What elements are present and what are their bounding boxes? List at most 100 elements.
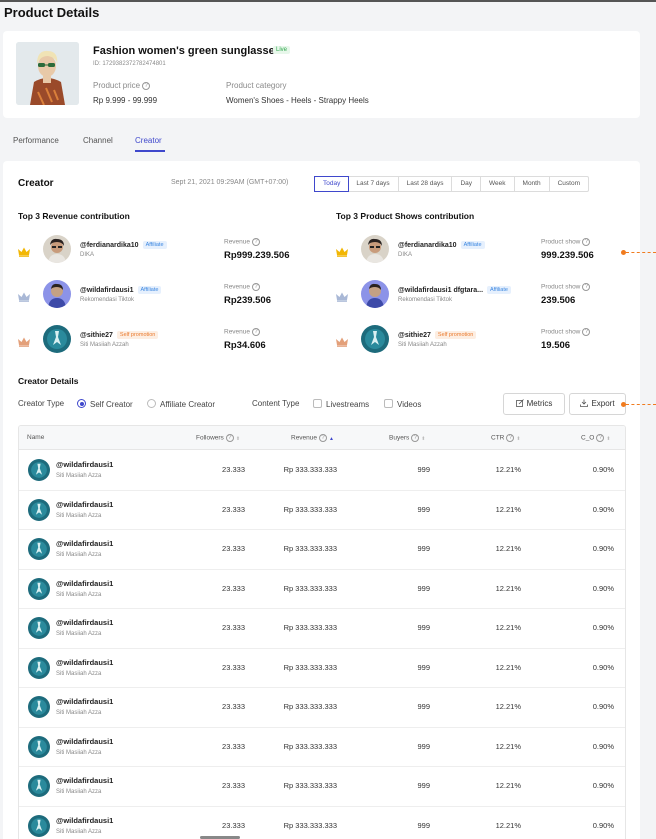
- creator-handle: @ferdianardika10 Affiliate: [398, 241, 485, 249]
- crown-gold-icon: [18, 244, 30, 257]
- category-value: Women's Shoes - Heels - Strappy Heels: [226, 96, 369, 105]
- revenue-cell: Rp 333.333.333: [283, 662, 337, 672]
- tab-creator[interactable]: Creator: [135, 136, 162, 145]
- column-buyers[interactable]: Buyers? ⬍: [389, 434, 425, 442]
- metric-label: Revenue?: [224, 238, 261, 246]
- creator-name: Siti Masiiah Azzah: [80, 342, 129, 348]
- avatar: [28, 735, 50, 758]
- table-row[interactable]: @wildafirdausi1 Siti Masiiah Azza 23.333 Rp…: [19, 570, 625, 609]
- creator-name: DIKA: [80, 252, 95, 258]
- revenue-cell: Rp 333.333.333: [283, 504, 337, 514]
- followers-cell: 23.333: [222, 544, 245, 553]
- column-co[interactable]: C_O? ⬍: [581, 434, 611, 442]
- metrics-button[interactable]: Metrics: [503, 393, 565, 415]
- revenue-cell: Rp 333.333.333: [283, 820, 337, 830]
- creator-name: Siti Masiiah Azza: [56, 670, 102, 677]
- videos-checkbox[interactable]: Videos: [384, 399, 421, 409]
- table-row[interactable]: @wildafirdausi1 Siti Masiiah Azza 23.333 Rp…: [19, 767, 625, 807]
- help-icon[interactable]: ?: [225, 434, 234, 442]
- help-icon[interactable]: ?: [582, 283, 591, 291]
- table-row[interactable]: @wildafirdausi1 Siti Masiiah Azza 23.333 Rp…: [19, 807, 625, 839]
- sort-icon[interactable]: ⬍: [606, 436, 610, 442]
- creator-name: Siti Masiiah Azza: [56, 631, 102, 637]
- range-month[interactable]: Month: [515, 177, 550, 191]
- table-row[interactable]: @wildafirdausi1 Siti Masiiah Azza 23.333 Rp…: [19, 728, 625, 767]
- creator-card: Creator Sept 21, 2021 09:29AM (GMT+07:00…: [3, 161, 640, 839]
- range-last-7-days[interactable]: Last 7 days: [348, 177, 399, 191]
- sort-icon[interactable]: ⬍: [421, 436, 425, 442]
- shows-top3-title: Top 3 Product Shows contribution: [336, 211, 475, 221]
- revenue-cell: Rp 333.333.333: [283, 623, 337, 632]
- followers-cell: 23.333: [222, 465, 245, 474]
- buyers-cell: 999: [417, 583, 430, 593]
- affiliate-creator-radio[interactable]: Affiliate Creator: [147, 399, 215, 409]
- top-creator-row[interactable]: @ferdianardika10 Affiliate DIKA Revenue? Rp9…: [18, 235, 308, 265]
- creator-name: Siti Masiiah Azza: [56, 789, 102, 795]
- table-row[interactable]: @wildafirdausi1 Siti Masiiah Azza 23.333 Rp…: [19, 688, 625, 728]
- crown-bronze-icon: [18, 334, 30, 347]
- table-row[interactable]: @wildafirdausi1 Siti Masiiah Azza 23.333 Rp…: [19, 491, 625, 530]
- ctr-cell: 12.21%: [495, 741, 521, 751]
- creator-handle: @wildafirdausi1: [56, 460, 114, 469]
- metric-value: 999.239.506: [541, 250, 594, 261]
- help-icon[interactable]: ?: [252, 328, 261, 336]
- ctr-cell: 12.21%: [495, 465, 521, 474]
- range-custom[interactable]: Custom: [550, 177, 588, 191]
- creator-type-badge: Self promotion: [116, 331, 159, 339]
- livestreams-checkbox[interactable]: Livestreams: [313, 399, 369, 409]
- table-row[interactable]: @wildafirdausi1 Siti Masiiah Azza 23.333 Rp…: [19, 649, 625, 688]
- tab-channel[interactable]: Channel: [83, 136, 113, 145]
- avatar: [28, 498, 50, 521]
- followers-cell: 23.333: [222, 623, 245, 632]
- sort-icon[interactable]: ⬍: [236, 436, 240, 442]
- column-name[interactable]: Name: [27, 434, 44, 441]
- self-creator-radio[interactable]: Self Creator: [77, 399, 133, 409]
- range-today[interactable]: Today: [314, 176, 350, 192]
- metric-value: Rp34.606: [224, 340, 266, 351]
- creator-handle: @wildafirdausi1: [56, 618, 114, 627]
- avatar: [43, 325, 71, 353]
- metric-label: Product show?: [541, 328, 591, 336]
- table-row[interactable]: @wildafirdausi1 Siti Masiiah Azza 23.333 Rp…: [19, 609, 625, 649]
- creator-handle: @wildafirdausi1: [56, 697, 114, 706]
- creator-handle: @wildafirdausi1: [56, 539, 114, 548]
- help-icon[interactable]: ?: [411, 434, 420, 442]
- top-creator-row[interactable]: @wildafirdausi1 dfgtara... Affiliate Rekom…: [336, 280, 626, 310]
- help-icon[interactable]: ?: [506, 434, 515, 442]
- top-creator-row[interactable]: @sithie27 Self promotion Siti Masiiah Azza…: [18, 325, 308, 355]
- sort-ascending-icon[interactable]: ▲: [329, 436, 334, 442]
- top-creator-row[interactable]: @sithie27 Self promotion Siti Masiiah Azza…: [336, 325, 626, 355]
- avatar: [43, 235, 71, 263]
- help-icon[interactable]: ?: [582, 328, 591, 336]
- creator-handle: @wildafirdausi1: [56, 815, 114, 825]
- export-button[interactable]: Export: [569, 393, 626, 415]
- tab-performance[interactable]: Performance: [13, 136, 59, 145]
- help-icon[interactable]: ?: [596, 434, 605, 442]
- help-icon[interactable]: ?: [582, 238, 591, 246]
- date-range-selector: Today Last 7 days Last 28 days Day Week …: [314, 176, 590, 192]
- buyers-cell: 999: [417, 504, 430, 514]
- creator-handle: @wildafirdausi1: [56, 776, 114, 785]
- help-icon[interactable]: ?: [252, 283, 261, 291]
- help-icon[interactable]: ?: [252, 238, 261, 246]
- price-value: Rp 9.999 - 99.999: [93, 96, 158, 105]
- sort-icon[interactable]: ⬍: [516, 436, 520, 442]
- creator-name: Siti Masiiah Azza: [56, 552, 102, 558]
- column-ctr[interactable]: CTR? ⬍: [491, 434, 521, 442]
- creator-name: Siti Masiiah Azza: [56, 710, 102, 716]
- revenue-cell: Rp 333.333.333: [283, 544, 337, 553]
- creator-handle: @wildafirdausi1: [56, 499, 114, 509]
- range-day[interactable]: Day: [452, 177, 482, 191]
- column-followers[interactable]: Followers? ⬍: [196, 434, 240, 442]
- table-row[interactable]: @wildafirdausi1 Siti Masiiah Azza 23.333 Rp…: [19, 451, 625, 491]
- creator-handle: @sithie27 Self promotion: [398, 331, 477, 339]
- top-creator-row[interactable]: @wildafirdausi1 Affiliate Rekomendasi Tikt…: [18, 280, 308, 310]
- buyers-cell: 999: [417, 820, 430, 830]
- table-row[interactable]: @wildafirdausi1 Siti Masiiah Azza 23.333 Rp…: [19, 530, 625, 570]
- help-icon[interactable]: ?: [319, 434, 328, 442]
- range-last-28-days[interactable]: Last 28 days: [399, 177, 453, 191]
- top-creator-row[interactable]: @ferdianardika10 Affiliate DIKA Product sho…: [336, 235, 626, 265]
- column-revenue[interactable]: Revenue? ▲: [291, 434, 334, 442]
- help-icon[interactable]: ?: [142, 81, 151, 90]
- range-week[interactable]: Week: [481, 177, 515, 191]
